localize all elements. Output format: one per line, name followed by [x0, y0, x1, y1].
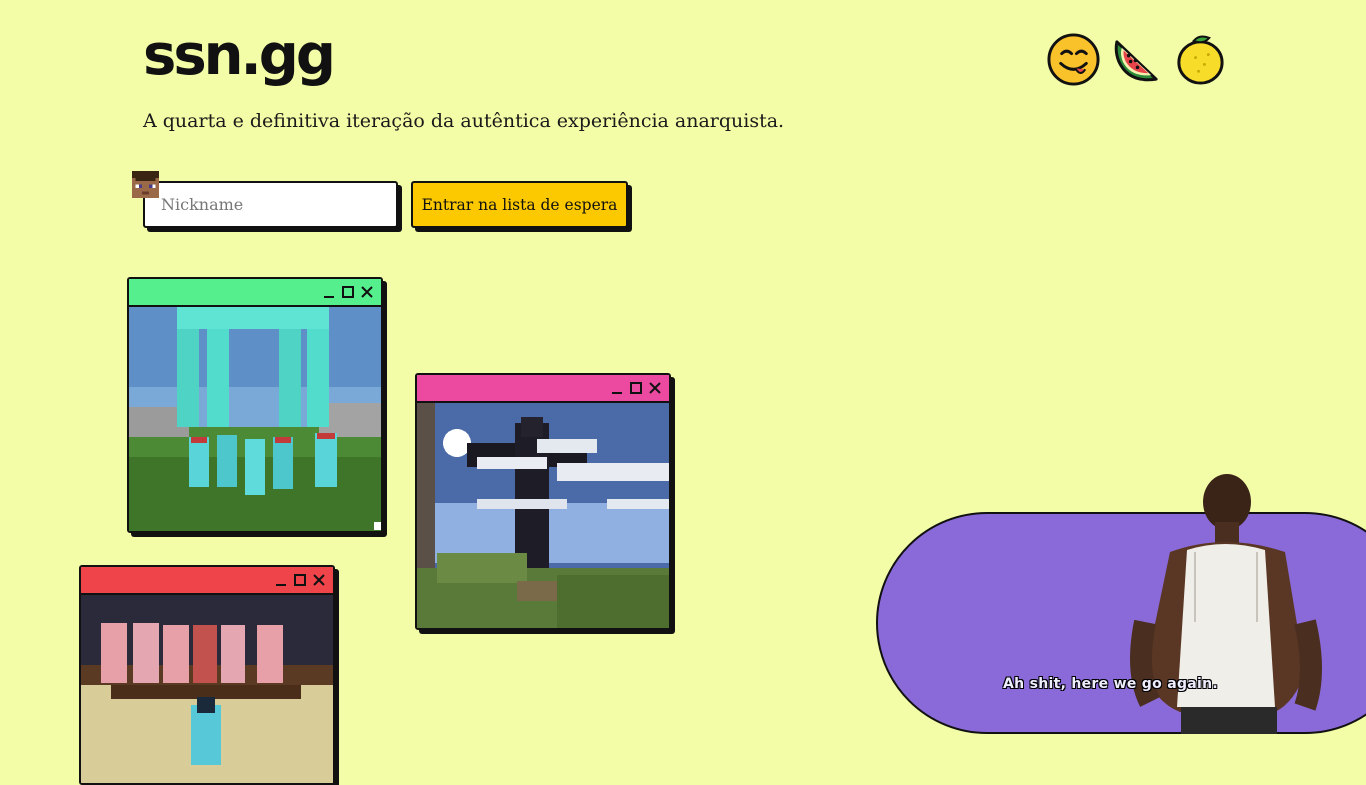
window-titlebar[interactable]: [81, 567, 333, 595]
nickname-input[interactable]: [143, 181, 398, 228]
screenshot-window-armor-stands[interactable]: [79, 565, 335, 785]
tagline: A quarta e definitiva iteração da autênt…: [143, 110, 785, 132]
promo-subtitle: Ah shit, here we go again.: [1003, 676, 1219, 692]
minimize-icon[interactable]: [273, 572, 289, 588]
screenshot-window-statue[interactable]: [415, 373, 671, 630]
window-titlebar[interactable]: [129, 279, 381, 307]
maximize-icon[interactable]: [340, 284, 356, 300]
statue-screenshot: [417, 403, 669, 628]
player-head-avatar-icon: [132, 171, 159, 198]
maximize-icon[interactable]: [292, 572, 308, 588]
minimize-icon[interactable]: [321, 284, 337, 300]
watermelon-icon: [1114, 40, 1158, 82]
brand-logo[interactable]: ssn.gg: [143, 28, 336, 84]
armor-stands-screenshot: [81, 595, 333, 783]
screenshot-window-group-diamond[interactable]: [127, 277, 383, 533]
minimize-icon[interactable]: [609, 380, 625, 396]
window-titlebar[interactable]: [417, 375, 669, 403]
group-diamond-screenshot: [129, 307, 381, 531]
lemon-icon: [1177, 35, 1224, 85]
join-waitlist-button[interactable]: Entrar na lista de espera: [411, 181, 628, 228]
close-icon[interactable]: [311, 572, 327, 588]
yum-face-icon: [1047, 33, 1100, 86]
close-icon[interactable]: [647, 380, 663, 396]
close-icon[interactable]: [359, 284, 375, 300]
cj-character-illustration: [1130, 474, 1322, 734]
header-emojis: [1046, 32, 1227, 87]
maximize-icon[interactable]: [628, 380, 644, 396]
